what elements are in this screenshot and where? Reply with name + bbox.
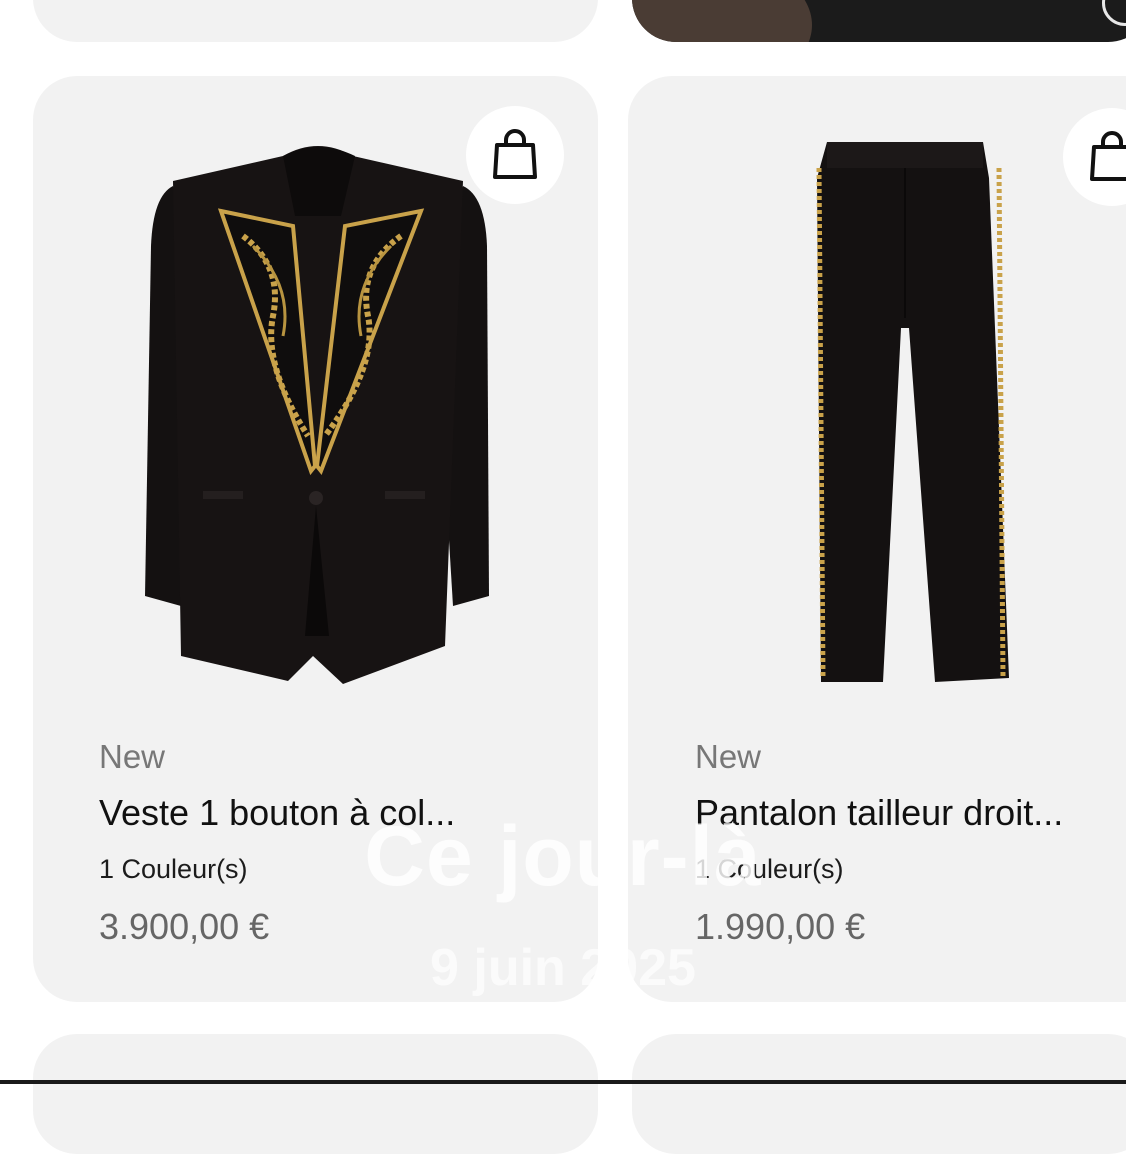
new-badge: New xyxy=(695,738,762,775)
product-card-partial-bottom-left[interactable] xyxy=(33,1034,598,1154)
shopping-bag-icon xyxy=(493,129,537,179)
shopping-bag-icon xyxy=(1090,131,1126,181)
new-badge: New xyxy=(99,738,166,775)
product-price: 3.900,00 € xyxy=(99,906,270,947)
bottom-edge xyxy=(0,1080,1126,1084)
add-to-bag-button[interactable] xyxy=(1063,108,1126,206)
product-card-partial-bottom-right[interactable] xyxy=(632,1034,1126,1154)
product-image-partial xyxy=(632,0,1126,42)
product-card-jacket[interactable]: New Veste 1 bouton à col... 1 Couleur(s)… xyxy=(33,76,598,1002)
product-color-count: 1 Couleur(s) xyxy=(99,854,248,884)
product-name[interactable]: Pantalon tailleur droit... xyxy=(695,792,1063,834)
product-card-partial-top-right[interactable] xyxy=(632,0,1126,42)
add-to-bag-button[interactable] xyxy=(466,106,564,204)
product-name[interactable]: Veste 1 bouton à col... xyxy=(99,792,455,834)
product-price: 1.990,00 € xyxy=(695,906,866,947)
product-image-jacket[interactable] xyxy=(133,136,503,696)
product-image-trousers[interactable] xyxy=(813,138,1013,690)
product-card-trousers[interactable]: New Pantalon tailleur droit... 1 Couleur… xyxy=(628,76,1126,1002)
product-color-count: 1 Couleur(s) xyxy=(695,854,844,884)
product-card-partial-top-left[interactable] xyxy=(33,0,598,42)
